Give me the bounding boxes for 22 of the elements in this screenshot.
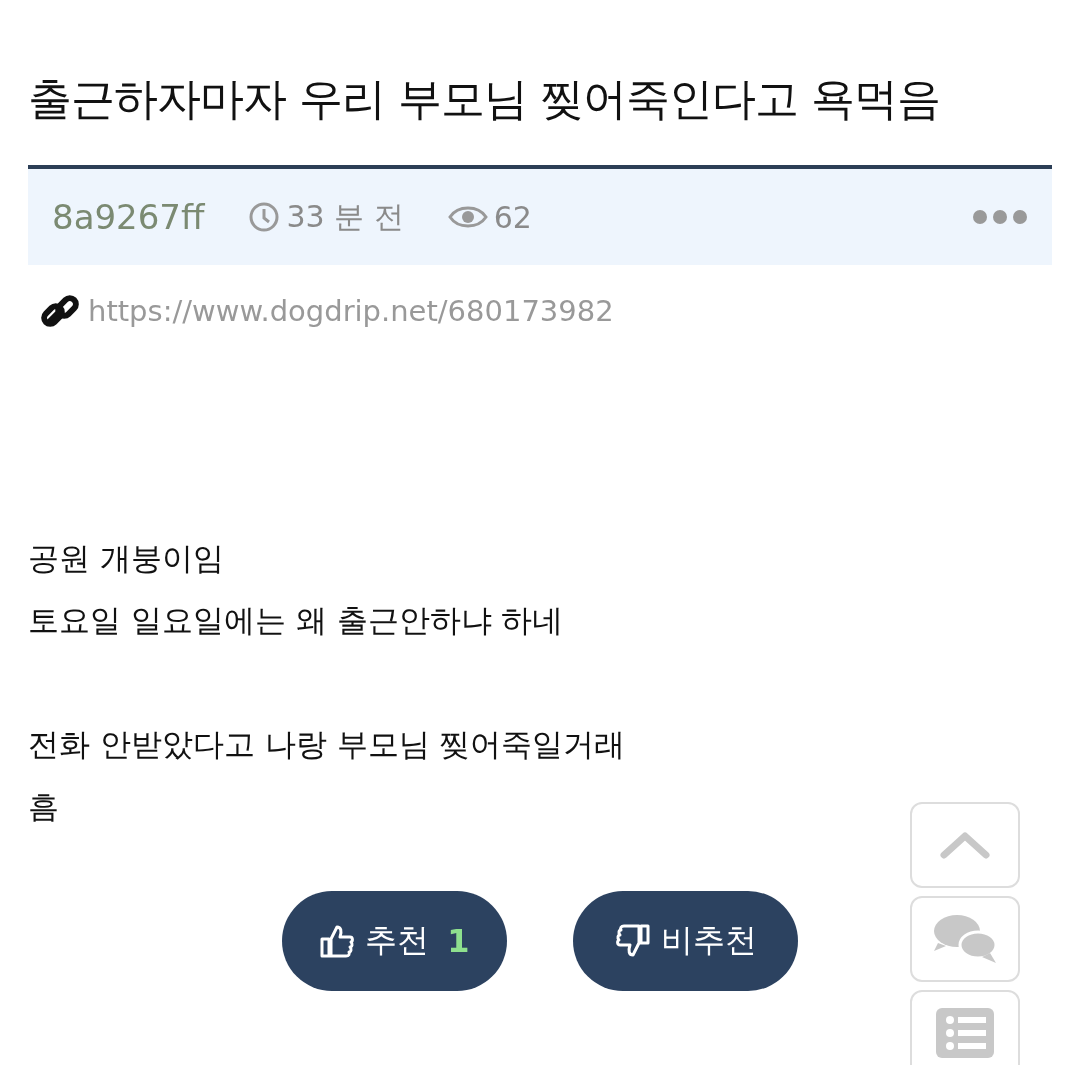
- chat-bubbles-icon: [932, 913, 998, 965]
- chevron-up-icon: [940, 831, 990, 859]
- list-icon: [936, 1008, 994, 1058]
- body-text: 공원 개붕이임: [28, 539, 225, 578]
- comments-button[interactable]: [910, 896, 1020, 982]
- post-time: 33 분 전: [286, 197, 404, 236]
- view-count: 62: [493, 199, 532, 235]
- vote-count: 1: [447, 922, 470, 960]
- more-icon[interactable]: [972, 209, 1028, 225]
- body-text: 전화 안받았다고 나랑 부모님 찢어죽일거래: [28, 725, 627, 764]
- body-text: 토요일 일요일에는 왜 출근안하냐 하네: [28, 601, 565, 640]
- post-title: 출근하자마자 우리 부모님 찢어죽인다고 욕먹음: [28, 72, 941, 126]
- upvote-button[interactable]: 추천 1: [282, 891, 507, 991]
- body-text: 흠: [28, 787, 60, 826]
- clock-icon: [248, 201, 281, 233]
- thumbs-down-icon: [614, 923, 651, 959]
- downvote-button[interactable]: 비추천: [573, 891, 798, 991]
- scroll-top-button[interactable]: [910, 802, 1020, 888]
- thumbs-up-icon: [319, 923, 356, 959]
- eye-icon: [447, 204, 488, 230]
- list-button[interactable]: [910, 990, 1020, 1065]
- author-name: 8a9267ff: [52, 197, 205, 237]
